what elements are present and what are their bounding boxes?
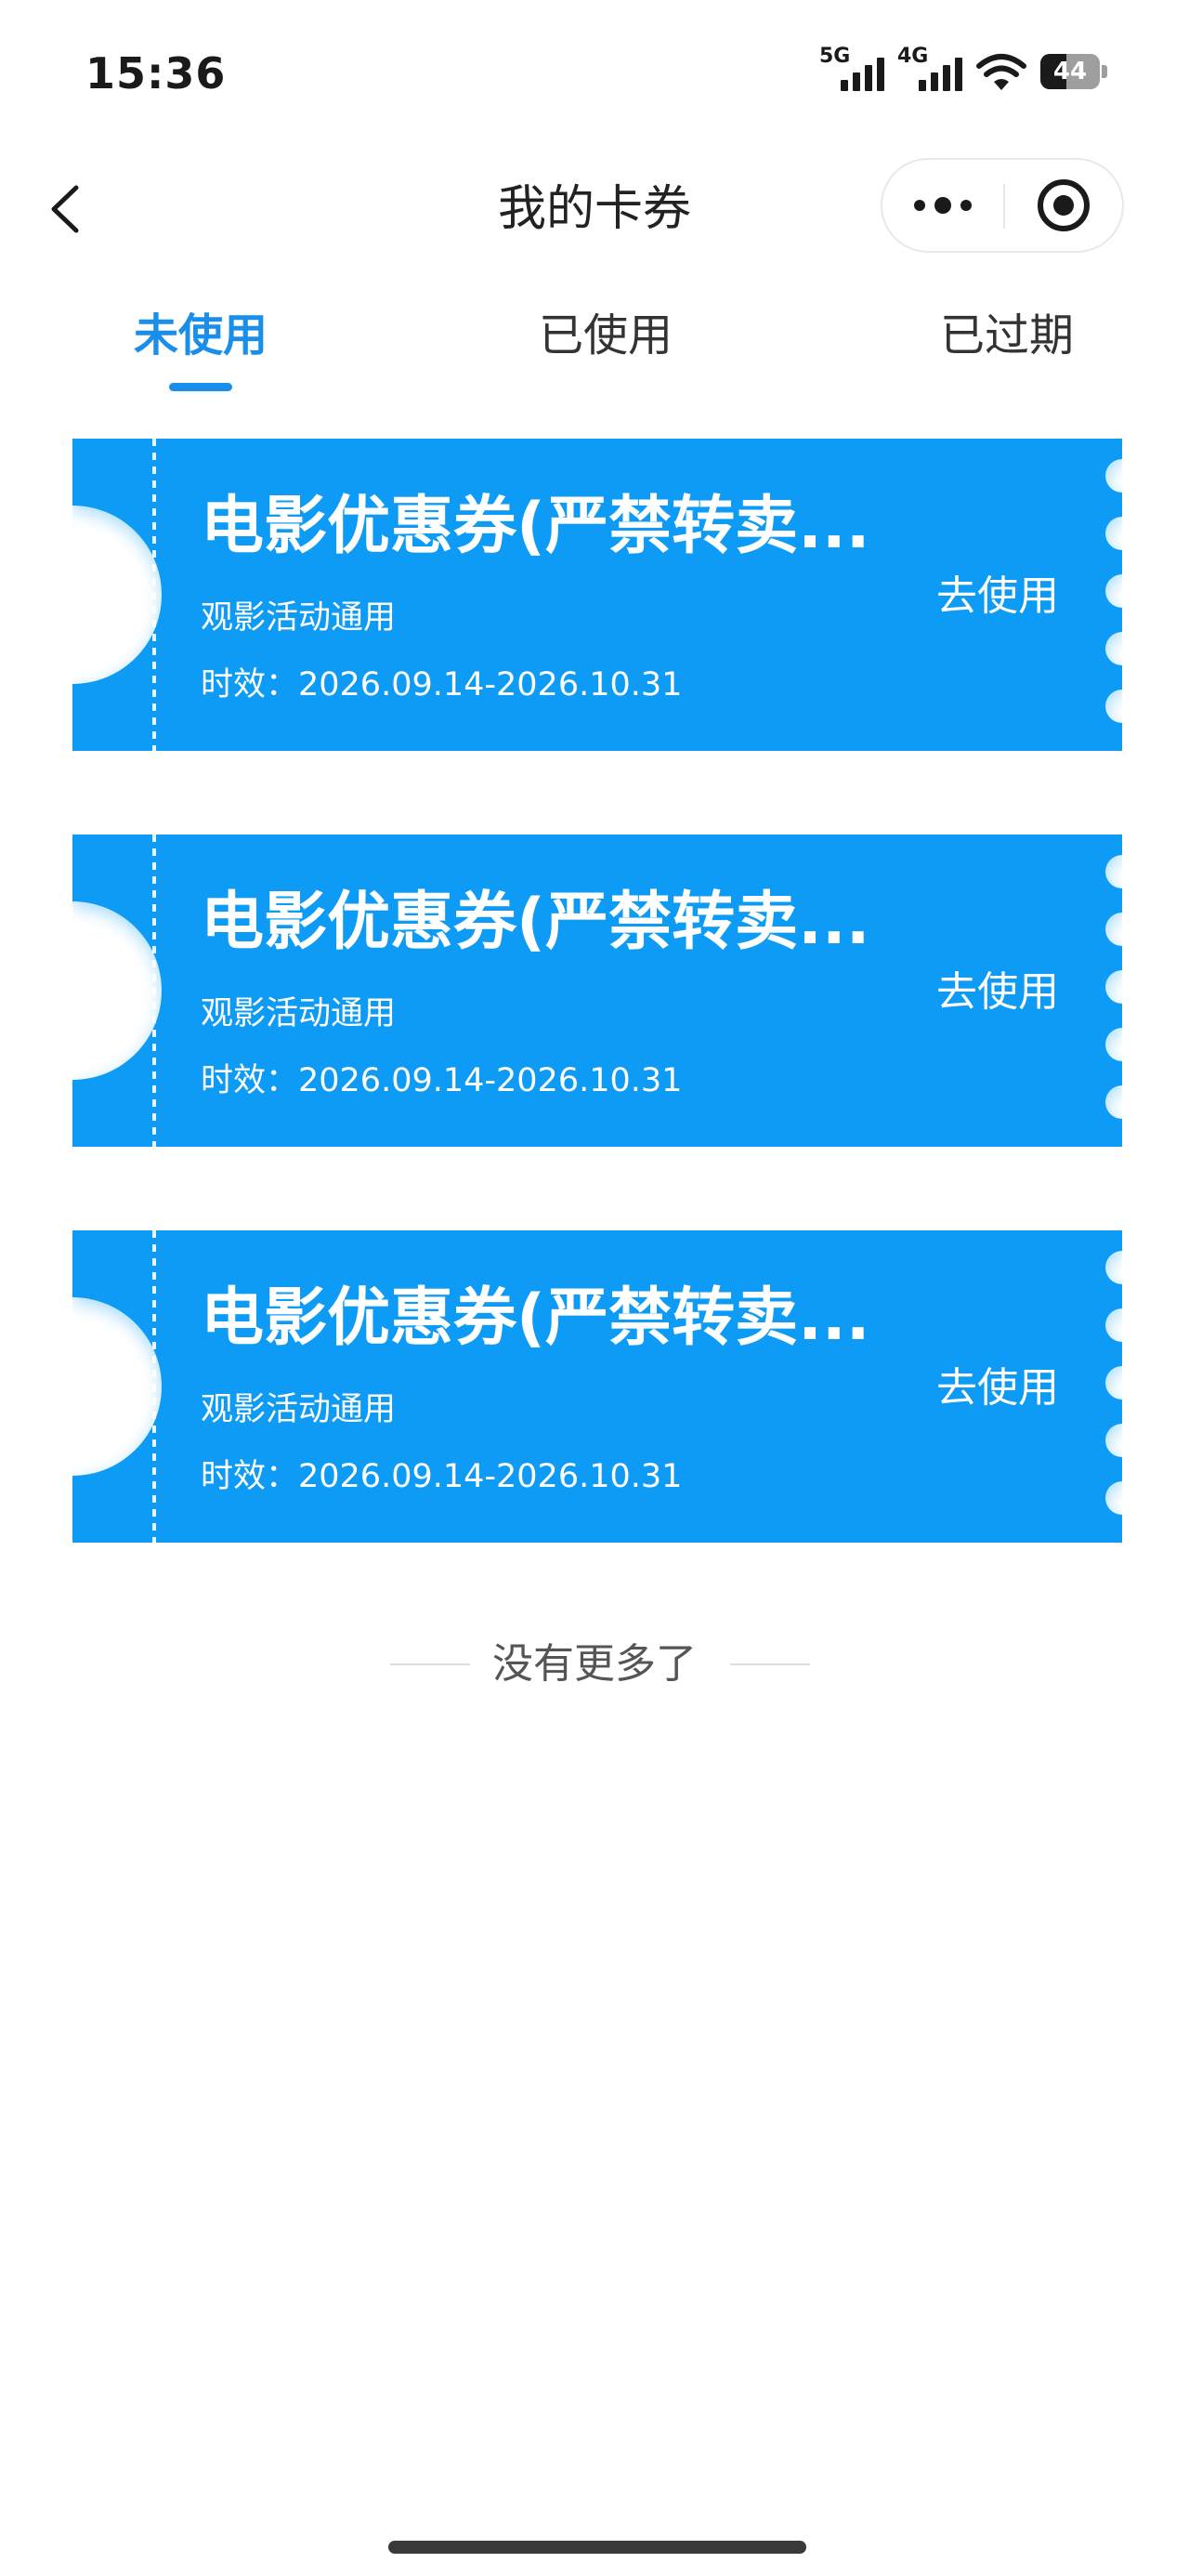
wifi-icon [976, 54, 1026, 90]
battery-percent: 44 [1052, 58, 1088, 85]
nav-bar: 我的卡券 [0, 149, 1189, 269]
close-miniapp-button[interactable] [1005, 160, 1122, 251]
coupon-description: 观影活动通用 [201, 599, 397, 637]
coupon-validity: 时效：2026.09.14-2026.10.31 [201, 1062, 683, 1099]
signal-5g-icon: 5G [819, 45, 884, 93]
end-rule-right [730, 1663, 810, 1665]
coupon-card[interactable]: 电影优惠券(严禁转卖... 观影活动通用 时效：2026.09.14-2026.… [72, 1230, 1122, 1543]
signal-4g-icon: 4G [897, 45, 962, 93]
status-bar: 15:36 5G 4G 44 [0, 0, 1189, 149]
coupon-title: 电影优惠券(严禁转卖... [201, 1281, 870, 1355]
status-time: 15:36 [85, 48, 227, 99]
target-circle-icon [1038, 179, 1090, 231]
coupon-card[interactable]: 电影优惠券(严禁转卖... 观影活动通用 时效：2026.09.14-2026.… [72, 835, 1122, 1147]
tab-expired[interactable]: 已过期 [868, 303, 1146, 368]
use-coupon-button[interactable]: 去使用 [936, 569, 1059, 624]
coupon-title: 电影优惠券(严禁转卖... [201, 490, 870, 563]
coupon-card[interactable]: 电影优惠券(严禁转卖... 观影活动通用 时效：2026.09.14-2026.… [72, 439, 1122, 751]
coupon-validity: 时效：2026.09.14-2026.10.31 [201, 1458, 683, 1495]
home-indicator [388, 2541, 806, 2554]
use-coupon-button[interactable]: 去使用 [936, 965, 1059, 1020]
end-of-list: 没有更多了 [0, 1632, 1189, 1697]
more-button[interactable] [882, 160, 1003, 251]
menu-capsule [881, 158, 1124, 253]
tab-used[interactable]: 已使用 [466, 303, 745, 368]
coupon-title: 电影优惠券(严禁转卖... [201, 886, 870, 959]
tab-unused[interactable]: 未使用 [61, 303, 340, 368]
coupon-description: 观影活动通用 [201, 1391, 397, 1428]
status-icons: 5G 4G 44 [819, 45, 1107, 93]
battery-icon: 44 [1040, 54, 1107, 89]
use-coupon-button[interactable]: 去使用 [936, 1360, 1059, 1416]
more-dots-icon [914, 197, 972, 214]
coupon-description: 观影活动通用 [201, 995, 397, 1032]
active-tab-indicator [169, 383, 232, 391]
end-of-list-text: 没有更多了 [492, 1640, 697, 1688]
tab-bar: 未使用 已使用 已过期 [0, 279, 1189, 400]
coupon-validity: 时效：2026.09.14-2026.10.31 [201, 666, 683, 703]
